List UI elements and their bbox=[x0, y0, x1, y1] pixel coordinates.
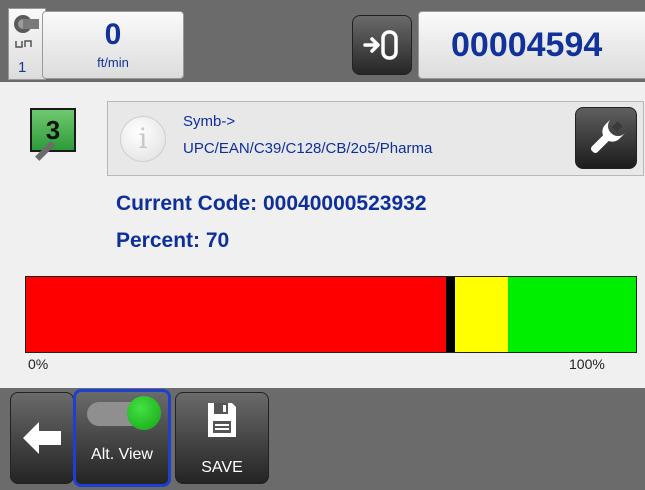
back-button[interactable] bbox=[10, 392, 74, 484]
save-label: SAVE bbox=[201, 459, 243, 476]
speed-unit: ft/min bbox=[97, 55, 129, 70]
symbology-value: UPC/EAN/C39/C128/CB/2o5/Pharma bbox=[183, 140, 433, 157]
encoder-number: 1 bbox=[18, 59, 27, 76]
alt-view-button[interactable]: Alt. View bbox=[73, 389, 171, 487]
alt-view-label: Alt. View bbox=[91, 446, 153, 463]
gauge-marker bbox=[446, 277, 455, 352]
gauge-min-label: 0% bbox=[28, 356, 49, 372]
gauge-yellow-zone bbox=[447, 277, 508, 352]
wrench-icon bbox=[590, 118, 626, 154]
symbology-label: Symb-> bbox=[183, 113, 236, 130]
print-count-display[interactable]: 00004594 bbox=[418, 11, 645, 79]
floppy-disk-icon bbox=[208, 403, 236, 437]
quality-gauge bbox=[25, 276, 637, 353]
percent-readout: Percent: 70 bbox=[116, 229, 230, 252]
save-button[interactable]: SAVE bbox=[175, 392, 269, 484]
info-icon: i bbox=[120, 116, 166, 162]
back-arrow-icon bbox=[23, 422, 61, 454]
count-value: 00004594 bbox=[451, 26, 603, 64]
symbology-info-panel: i Symb-> UPC/EAN/C39/C128/CB/2o5/Pharma bbox=[107, 101, 644, 176]
status-bar: 1 0 ft/min 00004594 bbox=[0, 0, 645, 82]
gauge-red-zone bbox=[26, 277, 447, 352]
direction-button[interactable] bbox=[352, 15, 412, 75]
encoder-indicator[interactable]: 1 bbox=[8, 8, 46, 80]
gauge-green-zone bbox=[508, 277, 636, 352]
line-speed-display: 0 ft/min bbox=[42, 11, 184, 79]
toggle-icon bbox=[127, 396, 161, 430]
encoder-icon bbox=[14, 15, 39, 48]
speed-value: 0 bbox=[104, 18, 122, 51]
settings-button[interactable] bbox=[575, 107, 637, 169]
gauge-max-label: 100% bbox=[569, 356, 605, 372]
current-code: Current Code: 00040000523932 bbox=[116, 192, 427, 215]
arrow-into-box-icon bbox=[363, 30, 398, 60]
